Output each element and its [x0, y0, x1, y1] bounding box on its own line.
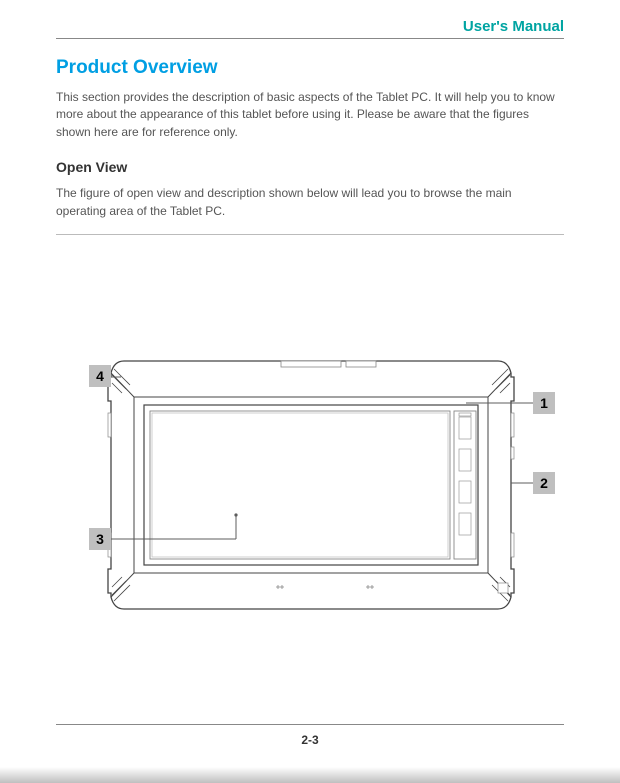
figure-open-view: 1 2 3 4 [56, 235, 564, 655]
page-header: User's Manual [56, 18, 564, 39]
manual-title: User's Manual [463, 18, 564, 35]
section-intro-text: This section provides the description of… [56, 89, 564, 141]
open-view-text: The figure of open view and description … [56, 185, 564, 220]
callout-1-label: 1 [540, 395, 548, 411]
tablet-diagram [106, 355, 516, 615]
callout-2-label: 2 [540, 475, 548, 491]
callout-1: 1 [533, 392, 555, 414]
callout-4-label: 4 [96, 368, 104, 384]
page-number: 2-3 [301, 733, 318, 747]
page-footer: 2-3 [56, 724, 564, 749]
callout-4: 4 [89, 365, 111, 387]
section-heading-product-overview: Product Overview [56, 57, 564, 79]
subsection-heading-open-view: Open View [56, 159, 564, 175]
callout-2: 2 [533, 472, 555, 494]
callout-3: 3 [89, 528, 111, 550]
bottom-shadow [0, 767, 620, 783]
callout-3-label: 3 [96, 531, 104, 547]
